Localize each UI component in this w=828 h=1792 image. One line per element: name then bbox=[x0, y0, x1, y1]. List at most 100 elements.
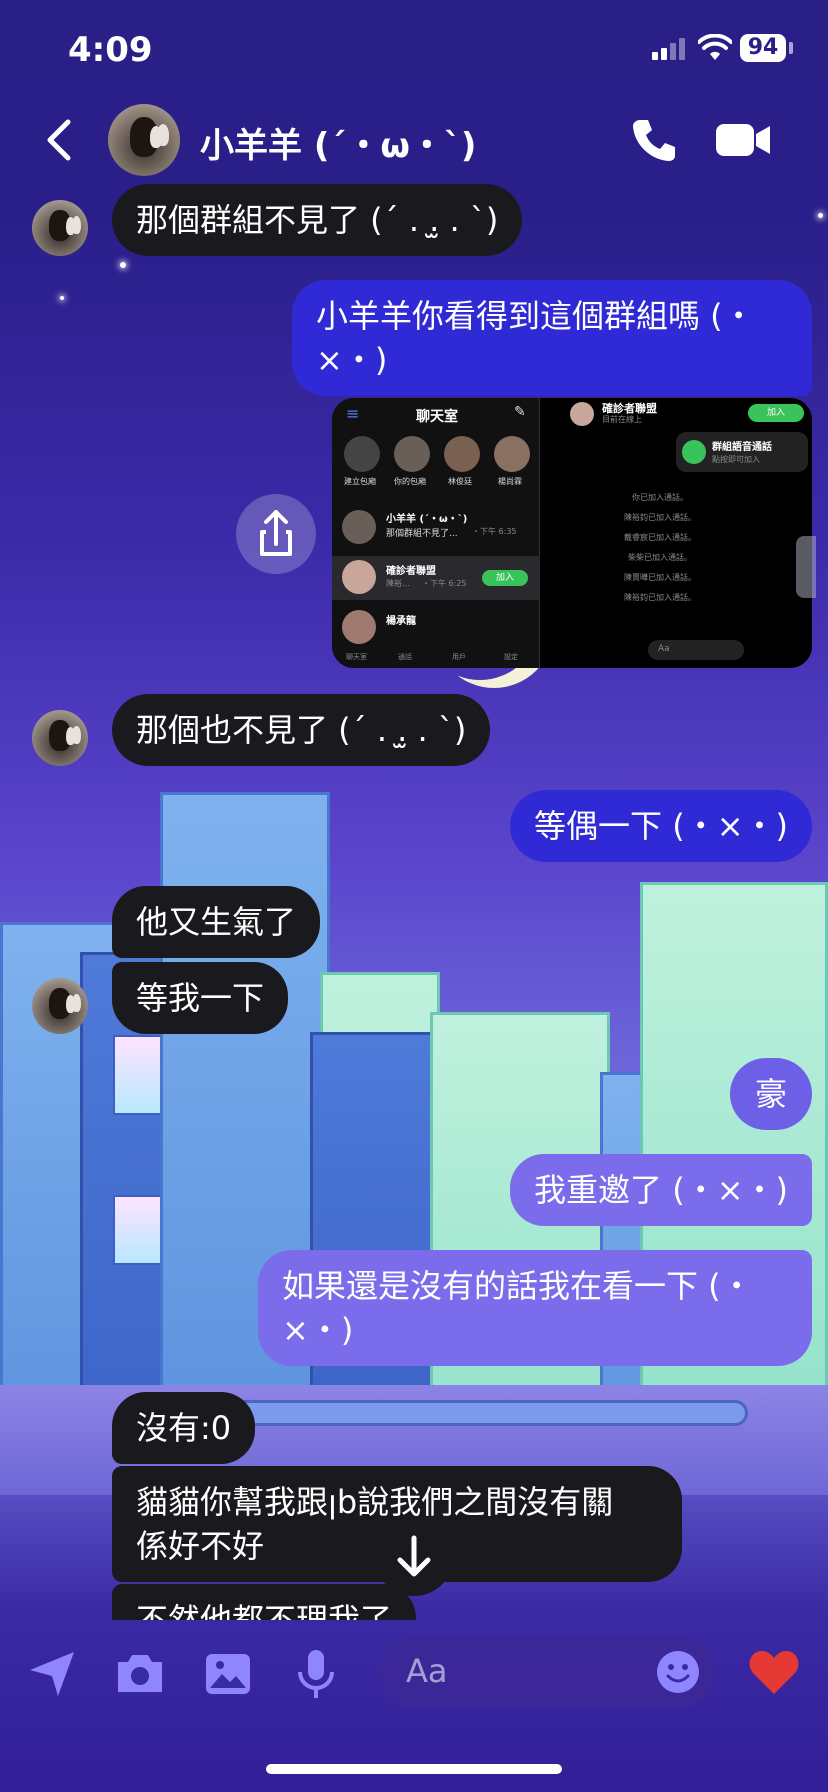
chat-header: 小羊羊 (´・ω・`) bbox=[0, 100, 828, 180]
share-icon bbox=[260, 510, 292, 556]
call-event: 柴柴已加入通話。 bbox=[628, 553, 692, 562]
shared-image-conversation: 確診者聯盟 目前在線上 加入 群組語音通話 點按即可加入 你已加入通話。 陳裕鈞… bbox=[540, 398, 812, 668]
message-received[interactable]: 沒有:0 bbox=[112, 1392, 256, 1464]
contact-avatar[interactable] bbox=[108, 104, 180, 176]
message-text: ×・) bbox=[282, 1311, 354, 1349]
scroll-down-button[interactable] bbox=[374, 1516, 454, 1596]
share-button[interactable] bbox=[236, 494, 316, 574]
shared-image[interactable]: ≡ 聊天室 ✎ 建立包廂 你的包廂 林俊廷 楊尚霖 小羊羊 (´・ω・`) 那個… bbox=[332, 398, 812, 668]
chat-time: ・下午 6:25 bbox=[422, 579, 467, 588]
emoji-icon[interactable] bbox=[656, 1650, 700, 1694]
chat-name: 確診者聯盟 bbox=[386, 566, 436, 577]
camera-icon[interactable] bbox=[112, 1646, 168, 1702]
compose-icon: ✎ bbox=[514, 404, 526, 420]
message-text: 等我一下 bbox=[136, 979, 265, 1017]
story-label: 你的包廂 bbox=[394, 477, 426, 486]
phone-icon[interactable] bbox=[630, 116, 678, 164]
message-text: 如果還是沒有的話我在看一下 (・ bbox=[282, 1267, 753, 1305]
message-sent[interactable]: 我重邀了 (・×・) bbox=[510, 1154, 812, 1226]
cellular-signal-icon bbox=[652, 38, 688, 60]
gallery-icon[interactable] bbox=[200, 1646, 256, 1702]
message-received[interactable]: 那個群組不見了 (´ . .̫ . `) bbox=[112, 184, 523, 256]
shared-title: 聊天室 bbox=[416, 409, 458, 425]
chat-avatar bbox=[342, 560, 376, 594]
call-sub: 點按即可加入 bbox=[712, 455, 760, 464]
call-event: 戴睿宸已加入通話。 bbox=[624, 533, 696, 542]
call-event: 陳裕鈞已加入通話。 bbox=[624, 593, 696, 602]
contact-name[interactable]: 小羊羊 (´・ω・`) bbox=[200, 118, 476, 167]
send-location-icon[interactable] bbox=[24, 1646, 80, 1702]
message-sent[interactable]: 如果還是沒有的話我在看一下 (・ ×・) bbox=[258, 1250, 812, 1366]
building bbox=[310, 1032, 440, 1432]
group-avatar bbox=[570, 402, 594, 426]
message-text: 我重邀了 (・×・) bbox=[534, 1171, 788, 1209]
message-text: 豪 bbox=[754, 1075, 787, 1113]
call-card: 群組語音通話 點按即可加入 bbox=[676, 432, 808, 472]
message-received[interactable]: 等我一下 bbox=[112, 962, 289, 1034]
chat-avatar bbox=[342, 610, 376, 644]
video-camera-icon[interactable] bbox=[714, 120, 772, 160]
story-avatar bbox=[494, 436, 530, 472]
message-sent[interactable]: 小羊羊你看得到這個群組嗎 (・ ×・) bbox=[292, 280, 812, 396]
story-avatar bbox=[444, 436, 480, 472]
home-indicator bbox=[266, 1764, 562, 1774]
call-event: 陳賈曄已加入通話。 bbox=[624, 573, 696, 582]
story-avatar bbox=[344, 436, 380, 472]
chat-preview: 那個群組不見了... bbox=[386, 529, 458, 539]
sender-avatar[interactable] bbox=[32, 710, 88, 766]
message-text: 他又生氣了 bbox=[136, 903, 297, 941]
message-sent[interactable]: 等偶一下 (・×・) bbox=[510, 790, 812, 862]
message-text: 沒有:0 bbox=[136, 1409, 232, 1447]
message-sent[interactable]: 豪 bbox=[730, 1058, 812, 1130]
menu-icon: ≡ bbox=[346, 404, 360, 423]
group-status: 目前在線上 bbox=[602, 415, 642, 424]
star bbox=[818, 213, 823, 218]
scroll-down-arrow-icon bbox=[397, 1535, 431, 1577]
chat-time: ・下午 6:35 bbox=[472, 527, 517, 536]
sender-avatar[interactable] bbox=[32, 978, 88, 1034]
message-text: 那個群組不見了 (´ . .̫ . `) bbox=[136, 201, 499, 239]
join-pill: 加入 bbox=[482, 570, 528, 586]
call-event: 陳裕鈞已加入通話。 bbox=[624, 513, 696, 522]
chat-name: 楊承龍 bbox=[386, 616, 416, 627]
heart-icon[interactable] bbox=[746, 1644, 802, 1700]
message-input-placeholder: Aa bbox=[406, 1652, 448, 1690]
story-label: 林俊廷 bbox=[448, 477, 472, 486]
message-text: 小羊羊你看得到這個群組嗎 (・ bbox=[316, 297, 755, 335]
call-title: 群組語音通話 bbox=[712, 442, 772, 453]
message-input[interactable]: Aa bbox=[378, 1636, 716, 1708]
story-label: 建立包廂 bbox=[344, 477, 376, 486]
wifi-icon bbox=[698, 34, 732, 60]
back-chevron-icon[interactable] bbox=[42, 118, 82, 162]
mini-input-placeholder: Aa bbox=[658, 644, 670, 654]
microphone-icon[interactable] bbox=[288, 1646, 344, 1702]
message-text: 那個也不見了 (´ . .̫ . `) bbox=[136, 711, 467, 749]
sender-avatar[interactable] bbox=[32, 200, 88, 256]
message-text: ×・) bbox=[316, 341, 388, 379]
star bbox=[120, 262, 126, 268]
chat-avatar bbox=[342, 510, 376, 544]
message-composer: Aa bbox=[0, 1616, 828, 1736]
message-received[interactable]: 他又生氣了 bbox=[112, 886, 321, 958]
message-received[interactable]: 那個也不見了 (´ . .̫ . `) bbox=[112, 694, 491, 766]
status-bar: 4:09 94 bbox=[0, 0, 828, 100]
call-event: 你已加入通話。 bbox=[632, 493, 688, 502]
chat-name: 小羊羊 (´・ω・`) bbox=[386, 514, 468, 525]
mini-input: Aa bbox=[648, 640, 744, 660]
tab-label: 聊天室 bbox=[346, 653, 367, 661]
tab-label: 用戶 bbox=[452, 653, 466, 661]
status-time: 4:09 bbox=[68, 30, 153, 70]
message-text: 等偶一下 (・×・) bbox=[534, 807, 788, 845]
chat-preview: 陳裕... bbox=[386, 579, 410, 588]
battery-nub bbox=[789, 42, 793, 54]
shared-image-chat-list: ≡ 聊天室 ✎ 建立包廂 你的包廂 林俊廷 楊尚霖 小羊羊 (´・ω・`) 那個… bbox=[332, 398, 540, 668]
story-avatar bbox=[394, 436, 430, 472]
star bbox=[60, 296, 64, 300]
join-call-pill: 加入 bbox=[748, 404, 804, 422]
side-panel-tab[interactable] bbox=[796, 536, 816, 598]
story-label: 楊尚霖 bbox=[498, 477, 522, 486]
battery-indicator: 94 bbox=[740, 34, 786, 62]
message-received[interactable]: 不然他都不理我了 bbox=[112, 1584, 417, 1620]
tab-label: 通話 bbox=[398, 653, 412, 661]
tab-label: 設定 bbox=[504, 653, 518, 661]
